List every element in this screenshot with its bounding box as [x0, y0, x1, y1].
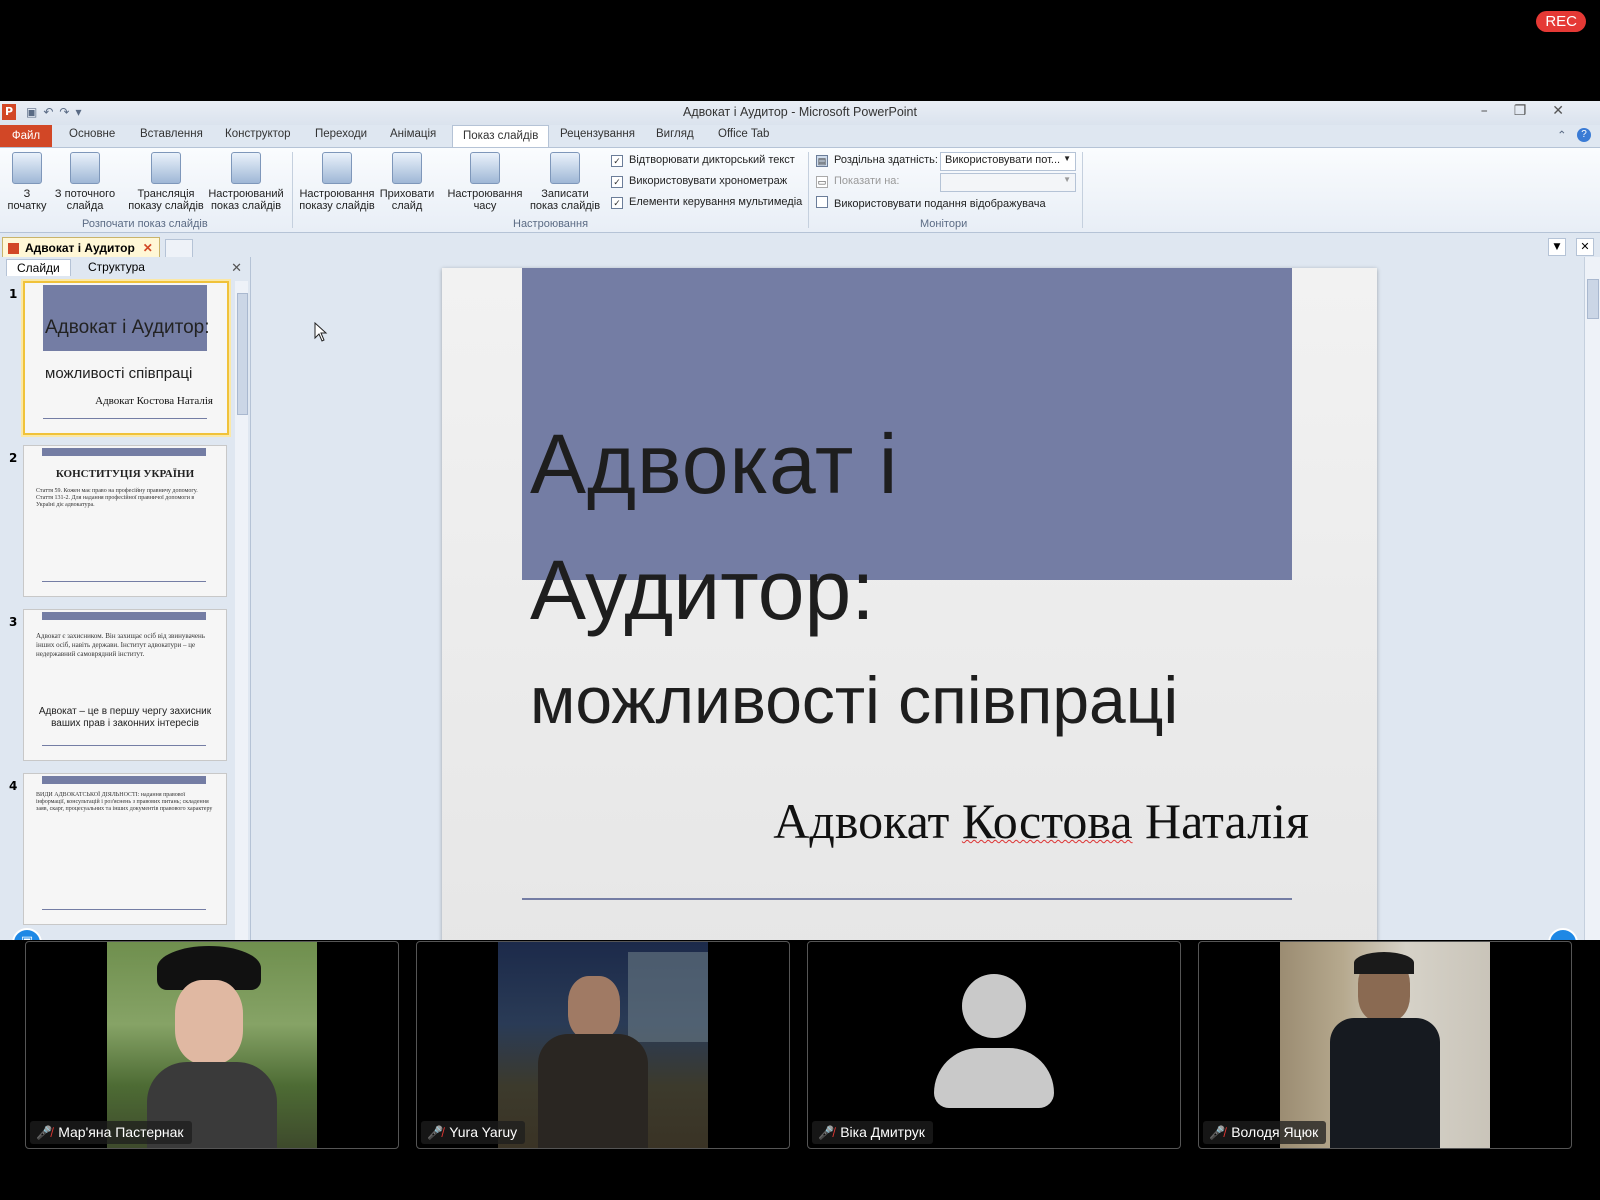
tab-office-tab[interactable]: Office Tab: [718, 128, 769, 140]
resolution-label: ▤ Роздільна здатність:: [816, 154, 938, 167]
from-current-button[interactable]: З поточного слайда: [50, 152, 120, 212]
title-bar: P ▣↶↷▾ Адвокат і Аудитор - Microsoft Pow…: [0, 101, 1600, 125]
broadcast-button[interactable]: Трансляція показу слайдів: [128, 152, 204, 212]
ribbon-minimize-icon[interactable]: ⌃: [1557, 128, 1567, 142]
new-tab-button[interactable]: [165, 239, 193, 259]
tab-outline[interactable]: Структура: [78, 259, 155, 275]
tab-home[interactable]: Основне: [69, 128, 115, 140]
participant-video: [107, 942, 317, 1148]
rehearse-timings-button[interactable]: Настроювання часу: [446, 152, 524, 212]
window-title: Адвокат і Аудитор - Microsoft PowerPoint: [683, 105, 917, 119]
participant-video: [498, 942, 708, 1148]
slideshow-start-icon: [12, 152, 42, 184]
show-on-label: ▭ Показати на:: [816, 175, 900, 188]
participant-tile[interactable]: 🎤̸ Володя Яцюк: [1198, 941, 1572, 1149]
ribbon-tabs: Файл Основне Вставлення Конструктор Пере…: [0, 125, 1600, 147]
hide-slide-icon: [392, 152, 422, 184]
tab-design[interactable]: Конструктор: [225, 128, 291, 140]
chevron-down-icon: ▼: [1063, 154, 1071, 163]
hide-slide-button[interactable]: Приховати слайд: [378, 152, 436, 212]
mic-muted-icon: 🎤̸: [36, 1125, 53, 1140]
chevron-down-icon: ▼: [1063, 175, 1071, 184]
stopwatch-icon: [550, 152, 580, 184]
slide-number: 4: [9, 779, 18, 793]
mouse-cursor-icon: [314, 322, 328, 342]
close-icon[interactable]: ✕: [1552, 103, 1590, 119]
chk-timings[interactable]: ✓ Використовувати хронометраж: [611, 175, 787, 188]
setup-show-button[interactable]: Настроювання показу слайдів: [298, 152, 376, 212]
from-start-button[interactable]: З початку: [6, 152, 48, 212]
ppt-file-icon: [8, 243, 19, 254]
mic-muted-icon: 🎤̸: [1209, 1125, 1226, 1140]
chk-media-controls[interactable]: ✓ Елементи керування мультимедіа: [611, 196, 802, 209]
chk-narration[interactable]: ✓ Відтворювати дикторський текст: [611, 154, 795, 167]
participant-name: 🎤̸ Віка Дмитрук: [812, 1121, 933, 1144]
tab-view[interactable]: Вигляд: [656, 128, 694, 140]
slide-divider: [522, 898, 1292, 900]
document-tabs: Адвокат і Аудитор ✕ ▼ ✕: [0, 233, 1600, 260]
slide-author[interactable]: Адвокат Костова Наталія: [773, 792, 1309, 850]
slide-title-line2[interactable]: Аудитор:: [530, 542, 875, 639]
participant-video: [1280, 942, 1490, 1148]
slide-subtitle[interactable]: можливості співпраці: [530, 662, 1178, 738]
video-gallery: 🎤̸ Мар'яна Пастернак 🎤̸ Yura Yaruy 🎤̸ Віка …: [0, 940, 1600, 1200]
ribbon: З початку З поточного слайда Трансляція …: [0, 147, 1600, 233]
slide-number: 3: [9, 615, 18, 629]
tab-slideshow[interactable]: Показ слайдів: [452, 125, 550, 147]
show-on-select[interactable]: ▼: [940, 173, 1076, 192]
record-show-button[interactable]: Записати показ слайдів: [526, 152, 604, 212]
slide-thumb-4[interactable]: ВИДИ АДВОКАТСЬКОЇ ДІЯЛЬНОСТІ: надання пр…: [23, 773, 227, 925]
participant-name: 🎤̸ Yura Yaruy: [421, 1121, 526, 1144]
group-label-monitors: Монітори: [920, 218, 968, 230]
slideshow-current-icon: [70, 152, 100, 184]
slide-title-line1[interactable]: Адвокат і: [530, 416, 898, 513]
setup-show-icon: [322, 152, 352, 184]
group-label-setup: Настроювання: [513, 218, 589, 230]
rehearse-icon: [470, 152, 500, 184]
rec-badge: REC: [1536, 11, 1586, 32]
minimize-icon[interactable]: –: [1481, 103, 1514, 119]
participant-tile[interactable]: 🎤̸ Yura Yaruy: [416, 941, 790, 1149]
participant-name: 🎤̸ Володя Яцюк: [1203, 1121, 1327, 1144]
participant-tile[interactable]: 🎤̸ Віка Дмитрук: [807, 941, 1181, 1149]
restore-icon[interactable]: ❐: [1514, 103, 1553, 119]
tab-animations[interactable]: Анімація: [390, 128, 436, 140]
default-avatar-icon: [932, 974, 1056, 1114]
tab-review[interactable]: Рецензування: [560, 128, 635, 140]
close-pane-icon[interactable]: ✕: [231, 260, 242, 276]
slide-thumb-2[interactable]: КОНСТИТУЦІЯ УКРАЇНИ Стаття 59. Кожен має…: [23, 445, 227, 597]
custom-show-icon: [231, 152, 261, 184]
tab-list-icon[interactable]: ▼: [1548, 238, 1566, 256]
tab-slides[interactable]: Слайди: [6, 259, 71, 276]
thumbs-scrollbar[interactable]: [235, 281, 248, 961]
participant-tile[interactable]: 🎤̸ Мар'яна Пастернак: [25, 941, 399, 1149]
current-slide[interactable]: Адвокат і Аудитор: можливості співпраці …: [442, 268, 1377, 968]
mic-muted-icon: 🎤̸: [818, 1125, 835, 1140]
tab-insert[interactable]: Вставлення: [140, 128, 203, 140]
tab-file[interactable]: Файл: [0, 125, 52, 147]
resolution-select[interactable]: Використовувати пот... ▼: [940, 152, 1076, 171]
group-label-start: Розпочати показ слайдів: [82, 218, 208, 230]
chk-presenter-view[interactable]: Використовувати подання відображувача: [816, 196, 1046, 210]
slide-thumb-1[interactable]: Адвокат і Аудитор: можливості співпраці …: [23, 281, 229, 435]
slide-thumb-3[interactable]: Адвокат є захисником. Він захищає осіб в…: [23, 609, 227, 761]
slide-number: 2: [9, 451, 18, 465]
participant-name: 🎤̸ Мар'яна Пастернак: [30, 1121, 192, 1144]
slide-number: 1: [9, 287, 18, 301]
help-icon[interactable]: ?: [1577, 128, 1591, 142]
close-all-icon[interactable]: ✕: [1576, 238, 1594, 256]
custom-show-button[interactable]: Настроюваний показ слайдів: [206, 152, 286, 212]
close-tab-icon[interactable]: ✕: [143, 238, 153, 259]
tab-transitions[interactable]: Переходи: [315, 128, 367, 140]
mic-muted-icon: 🎤̸: [427, 1125, 444, 1140]
broadcast-icon: [151, 152, 181, 184]
